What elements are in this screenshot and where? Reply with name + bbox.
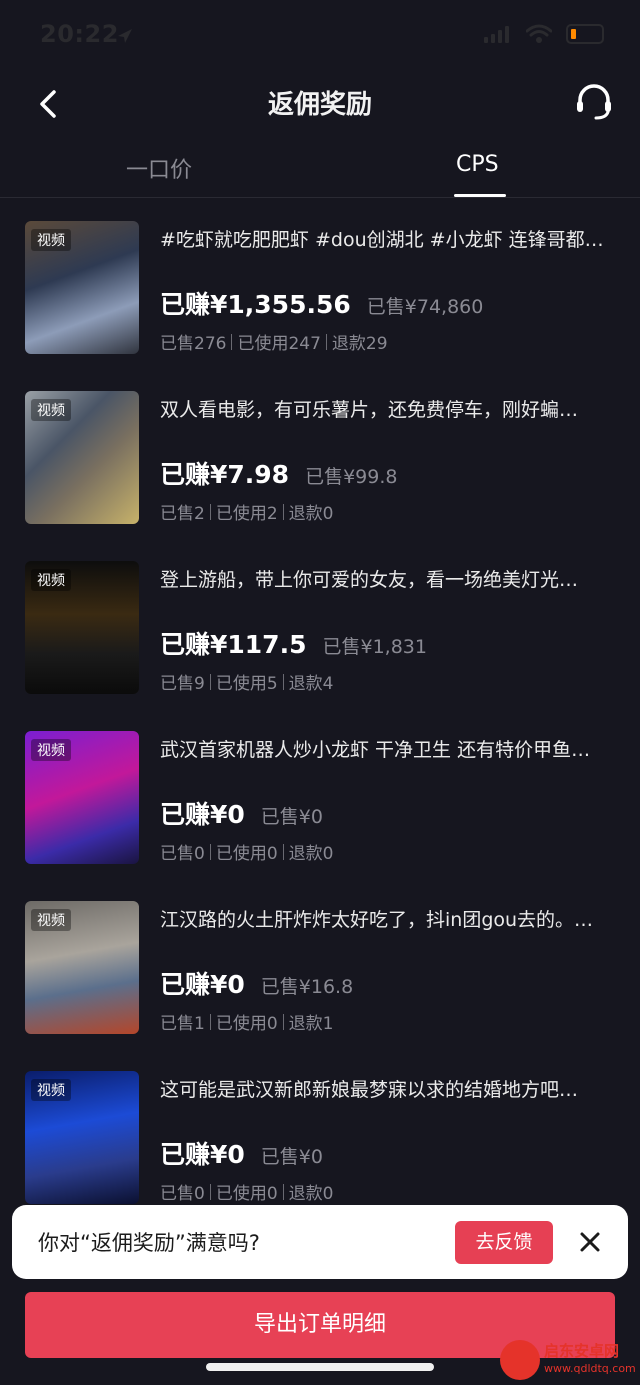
feedback-question: 你对“返佣奖励”满意吗? [38, 1231, 260, 1255]
item-title: 江汉路的火土肝炸炸太好吃了，抖in团gou去的。… [160, 909, 594, 931]
refund-count: 退款1 [288, 1014, 334, 1034]
video-thumbnail[interactable]: 视频 [25, 1071, 139, 1204]
close-icon[interactable] [576, 1228, 604, 1256]
list-item[interactable]: 视频 #吃虾就吃肥肥虾 #dou创湖北 #小龙虾 连锋哥都… 已赚¥1,355.… [0, 205, 640, 375]
sold-amount: 已售¥0 [260, 806, 323, 828]
refund-count: 退款0 [288, 1184, 334, 1204]
earned-amount: 已赚¥0 已售¥16.8 [160, 970, 354, 999]
list-item[interactable]: 视频 双人看电影，有可乐薯片，还免费停车，刚好蝙… 已赚¥7.98 已售¥99.8… [0, 375, 640, 545]
sold-count: 已售0 [160, 844, 205, 864]
customer-service-icon[interactable] [572, 80, 616, 124]
item-stats: 已售0 已使用0 退款0 [160, 1179, 333, 1204]
sold-count: 已售276 [160, 334, 227, 354]
earned-amount: 已赚¥1,355.56 已售¥74,860 [160, 290, 484, 319]
tab-bar: 一口价 CPS [0, 140, 640, 198]
item-stats: 已售9 已使用5 退款4 [160, 669, 333, 694]
nav-bar: 返佣奖励 [0, 70, 640, 136]
earned-amount: 已赚¥7.98 已售¥99.8 [160, 460, 398, 489]
watermark-icon [500, 1340, 540, 1380]
item-stats: 已售1 已使用0 退款1 [160, 1009, 333, 1034]
item-title: 双人看电影，有可乐薯片，还免费停车，刚好蝙… [160, 399, 579, 421]
battery-icon [566, 24, 604, 44]
item-stats: 已售276 已使用247 退款29 [160, 329, 388, 354]
active-tab-indicator [454, 194, 506, 197]
tab-fixed-price[interactable]: 一口价 [126, 152, 192, 184]
earned-amount: 已赚¥0 已售¥0 [160, 1140, 323, 1169]
earned-amount: 已赚¥0 已售¥0 [160, 800, 323, 829]
feedback-card: 你对“返佣奖励”满意吗? 去反馈 [12, 1205, 628, 1279]
used-count: 已使用0 [215, 1184, 278, 1204]
used-count: 已使用2 [215, 504, 278, 524]
sold-amount: 已售¥0 [260, 1146, 323, 1168]
video-thumbnail[interactable]: 视频 [25, 391, 139, 524]
list-item[interactable]: 视频 登上游船，带上你可爱的女友，看一场绝美灯光… 已赚¥117.5 已售¥1,8… [0, 545, 640, 715]
sold-count: 已售1 [160, 1014, 205, 1034]
refund-count: 退款0 [288, 844, 334, 864]
sold-count: 已售9 [160, 674, 205, 694]
list-item[interactable]: 视频 武汉首家机器人炒小龙虾 干净卫生 还有特价甲鱼… 已赚¥0 已售¥0 已售0… [0, 715, 640, 885]
video-tag: 视频 [31, 229, 71, 251]
used-count: 已使用0 [215, 844, 278, 864]
sold-count: 已售0 [160, 1184, 205, 1204]
video-thumbnail[interactable]: 视频 [25, 731, 139, 864]
status-icons [484, 24, 604, 44]
sold-amount: 已售¥74,860 [366, 296, 484, 318]
item-title: 武汉首家机器人炒小龙虾 干净卫生 还有特价甲鱼… [160, 739, 591, 761]
tab-cps[interactable]: CPS [456, 152, 499, 177]
location-arrow-icon [118, 29, 132, 43]
video-tag: 视频 [31, 909, 71, 931]
sold-amount: 已售¥1,831 [322, 636, 427, 658]
video-thumbnail[interactable]: 视频 [25, 221, 139, 354]
item-title: 登上游船，带上你可爱的女友，看一场绝美灯光… [160, 569, 579, 591]
watermark-name: 启东安卓网 [544, 1342, 620, 1360]
page-title: 返佣奖励 [267, 90, 372, 120]
sold-count: 已售2 [160, 504, 205, 524]
sold-amount: 已售¥99.8 [305, 466, 398, 488]
wifi-icon [526, 24, 552, 43]
video-thumbnail[interactable]: 视频 [25, 561, 139, 694]
item-title: #吃虾就吃肥肥虾 #dou创湖北 #小龙虾 连锋哥都… [160, 229, 604, 251]
earned-amount: 已赚¥117.5 已售¥1,831 [160, 630, 427, 659]
watermark-logo: 启东安卓网 www.qdldtq.com [500, 1338, 636, 1382]
video-tag: 视频 [31, 739, 71, 761]
refund-count: 退款29 [331, 334, 388, 354]
sold-amount: 已售¥16.8 [260, 976, 354, 998]
signal-icon [484, 26, 509, 43]
video-tag: 视频 [31, 569, 71, 591]
refund-count: 退款4 [288, 674, 334, 694]
watermark-url: www.qdldtq.com [544, 1362, 636, 1375]
video-tag: 视频 [31, 399, 71, 421]
status-time: 20:22 [40, 20, 119, 48]
status-bar: 20:22 [0, 0, 640, 70]
item-stats: 已售0 已使用0 退款0 [160, 839, 333, 864]
used-count: 已使用247 [237, 334, 321, 354]
item-stats: 已售2 已使用2 退款0 [160, 499, 333, 524]
video-thumbnail[interactable]: 视频 [25, 901, 139, 1034]
used-count: 已使用0 [215, 1014, 278, 1034]
feedback-button[interactable]: 去反馈 [455, 1221, 553, 1264]
refund-count: 退款0 [288, 504, 334, 524]
home-indicator[interactable] [206, 1363, 434, 1371]
video-tag: 视频 [31, 1079, 71, 1101]
list-item[interactable]: 视频 这可能是武汉新郎新娘最梦寐以求的结婚地方吧… 已赚¥0 已售¥0 已售0 已使… [0, 1055, 640, 1225]
list-item[interactable]: 视频 江汉路的火土肝炸炸太好吃了，抖in团gou去的。… 已赚¥0 已售¥16.8… [0, 885, 640, 1055]
item-title: 这可能是武汉新郎新娘最梦寐以求的结婚地方吧… [160, 1079, 579, 1101]
used-count: 已使用5 [215, 674, 278, 694]
